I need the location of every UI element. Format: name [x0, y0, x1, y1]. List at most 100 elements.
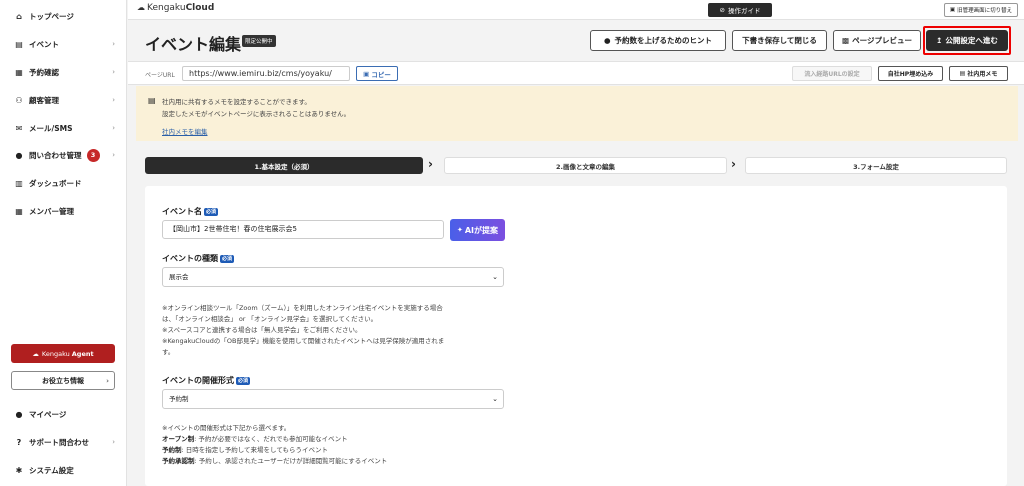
sidebar-item-top[interactable]: ⌂ トップページ — [0, 6, 127, 26]
document-icon: ▤ — [15, 39, 23, 49]
sidebar-item-label: イベント — [29, 39, 59, 49]
page-url-label: ページURL — [145, 72, 175, 79]
page-url-field[interactable]: https://www.iemiru.biz/cms/yoyaku/ — [182, 66, 350, 81]
event-type-value: 展示会 — [169, 273, 189, 281]
sidebar-item-label: 問い合わせ管理 — [29, 150, 82, 160]
inflow-url-button[interactable]: 流入経路URLの設定 — [792, 66, 872, 81]
question-icon: ? — [16, 437, 22, 447]
edit-memo-link[interactable]: 社内メモを編集 — [162, 126, 208, 136]
switch-icon: ▣ — [949, 7, 956, 13]
page-preview-button[interactable]: ▩ ページプレビュー — [833, 30, 921, 51]
internal-memo-button[interactable]: ▤ 社内用メモ — [949, 66, 1008, 81]
sidebar-item-event[interactable]: ▤ イベント › — [0, 34, 127, 54]
preview-label: ページプレビュー — [852, 36, 912, 45]
sparkle-icon: ✦ — [456, 226, 463, 234]
chevron-down-icon: ⌄ — [492, 395, 498, 403]
save-close-label: 下書き保存して閉じる — [742, 36, 817, 45]
step-basic-settings[interactable]: 1.基本設定（必須） — [145, 157, 423, 174]
event-format-label: イベントの開催形式 必須 — [162, 375, 251, 386]
note-line: 予約制: 日時を指定し予約して来場をしてもらうイベント — [162, 445, 387, 456]
basic-settings-form: イベント名 必須 【岡山市】2世帯住宅！春の住宅展示会5 ✦ AIが提案 イベント… — [145, 186, 1007, 486]
event-name-input[interactable]: 【岡山市】2世帯住宅！春の住宅展示会5 — [162, 220, 444, 239]
save-close-button[interactable]: 下書き保存して閉じる — [732, 30, 827, 51]
event-format-label-text: イベントの開催形式 — [162, 376, 234, 385]
home-icon: ⌂ — [16, 11, 22, 21]
event-format-select[interactable]: 予約制 ⌄ — [162, 389, 504, 409]
kengaku-cloud-logo[interactable]: ☁ KengakuCloud — [137, 3, 214, 13]
copy-icon: ▣ — [363, 69, 370, 78]
event-type-label: イベントの種類 必須 — [162, 253, 235, 264]
chevron-right-icon: › — [112, 40, 115, 48]
chevron-right-icon: › — [112, 151, 115, 159]
page-title: イベント編集 — [145, 35, 242, 54]
users-icon: ⚇ — [15, 95, 23, 105]
event-name-label: イベント名 必須 — [162, 206, 219, 217]
note-line: ※スペースコアと連携する場合は「無人見学会」をご利用ください。 — [162, 326, 362, 334]
event-name-label-text: イベント名 — [162, 207, 202, 216]
note-app-term: 予約承認制 — [162, 457, 195, 465]
step-image-text[interactable]: 2.画像と文章の編集 — [444, 157, 727, 174]
ai-suggest-label: AIが提案 — [464, 225, 499, 235]
inflow-label: 流入経路URLの設定 — [804, 71, 860, 78]
chevron-right-icon: › — [112, 438, 115, 446]
note-res-desc: : 日時を指定し予約して来場をしてもらうイベント — [181, 446, 329, 454]
switch-legacy-button[interactable]: ▣ 旧管理画面に切り替え — [944, 3, 1018, 17]
step-form-settings[interactable]: 3.フォーム設定 — [745, 157, 1007, 174]
sidebar-item-members[interactable]: ▦ メンバー管理 — [0, 201, 127, 221]
ai-suggest-button[interactable]: ✦ AIが提案 — [450, 219, 505, 241]
hint-button[interactable]: ● 予約数を上げるためのヒント — [590, 30, 726, 51]
note-line: ※KengakuCloudの「OB邸見学」機能を使用して開催されたイベントへは見… — [162, 337, 445, 345]
logo-bold-text: Cloud — [185, 3, 215, 13]
note-line: は、「オンライン相談会」 or 「オンライン見学会」を選択してください。 — [162, 315, 378, 323]
note-line: ※オンライン相談ツール「Zoom（ズーム）」を利用したオンライン住宅イベントを実… — [162, 304, 443, 312]
note-line: ※イベントの開催形式は下記から選べます。 — [162, 424, 291, 432]
help-info-label: お役立ち情報 — [42, 376, 84, 385]
sidebar-item-customers[interactable]: ⚇ 顧客管理 › — [0, 90, 127, 110]
note-open-term: オープン制 — [162, 435, 195, 443]
copy-url-button[interactable]: ▣ コピー — [356, 66, 398, 81]
sidebar-item-mail[interactable]: ✉ メール/SMS › — [0, 118, 127, 138]
agent-brand: Kengaku — [41, 349, 70, 358]
compass-icon: ⊘ — [719, 6, 725, 14]
required-badge: 必須 — [220, 255, 235, 263]
sidebar-item-mypage[interactable]: ● マイページ — [0, 404, 127, 424]
sidebar-item-label: ダッシュボード — [29, 178, 82, 188]
note-res-term: 予約制 — [162, 446, 182, 454]
internal-memo-notice: ▤ 社内用に共有するメモを設定することができます。 設定したメモがイベントページ… — [136, 86, 1018, 141]
chevron-right-icon: › — [106, 376, 109, 385]
sidebar-item-label: マイページ — [29, 409, 67, 419]
sidebar-item-support[interactable]: ? サポート問合わせ › — [0, 432, 127, 452]
required-badge: 必須 — [236, 377, 251, 385]
event-type-select[interactable]: 展示会 ⌄ — [162, 267, 504, 287]
embed-label: 自社HP埋め込み — [887, 71, 934, 78]
document-icon: ▤ — [148, 96, 156, 105]
sidebar-item-dashboard[interactable]: ▥ ダッシュボード — [0, 173, 127, 193]
sidebar-item-label: サポート問合わせ — [29, 437, 89, 447]
event-type-note: ※オンライン相談ツール「Zoom（ズーム）」を利用したオンライン住宅イベントを実… — [162, 303, 444, 358]
highlight-box — [923, 26, 1011, 55]
preview-icon: ▩ — [842, 36, 850, 45]
note-line: 予約承認制: 予約し、承認されたユーザーだけが詳細閲覧可能にするイベント — [162, 456, 387, 467]
cloud-icon: ☁ — [32, 349, 39, 358]
sidebar-item-label: メンバー管理 — [29, 206, 74, 216]
sidebar-item-inquiry[interactable]: ● 問い合わせ管理 3 › — [0, 145, 127, 165]
chevron-right-icon: › — [731, 157, 736, 171]
sidebar-item-label: 予約確認 — [29, 67, 59, 77]
help-info-button[interactable]: お役立ち情報 › — [11, 371, 115, 390]
top-bar: ☁ KengakuCloud ⊘ 操作ガイド ▣ 旧管理画面に切り替え — [128, 0, 1024, 20]
chevron-right-icon: › — [112, 68, 115, 76]
sidebar-item-reservation[interactable]: ▦ 予約確認 › — [0, 62, 127, 82]
embed-hp-button[interactable]: 自社HP埋め込み — [878, 66, 943, 81]
url-bar: ページURL https://www.iemiru.biz/cms/yoyaku… — [128, 61, 1024, 85]
switch-label: 旧管理画面に切り替え — [957, 8, 1013, 14]
calendar-icon: ▦ — [15, 67, 23, 77]
kengaku-agent-button[interactable]: ☁ Kengaku Agent — [11, 344, 115, 363]
agent-suffix: Agent — [71, 349, 94, 358]
chevron-right-icon: › — [112, 124, 115, 132]
sidebar-item-label: メール/SMS — [29, 123, 73, 133]
status-badge: 限定公開中 — [242, 35, 276, 47]
memo-text-1: 社内用に共有するメモを設定することができます。 — [162, 98, 311, 106]
operation-guide-button[interactable]: ⊘ 操作ガイド — [708, 3, 772, 17]
sidebar-item-settings[interactable]: ✱ システム設定 — [0, 460, 127, 480]
event-format-value: 予約制 — [169, 395, 189, 403]
